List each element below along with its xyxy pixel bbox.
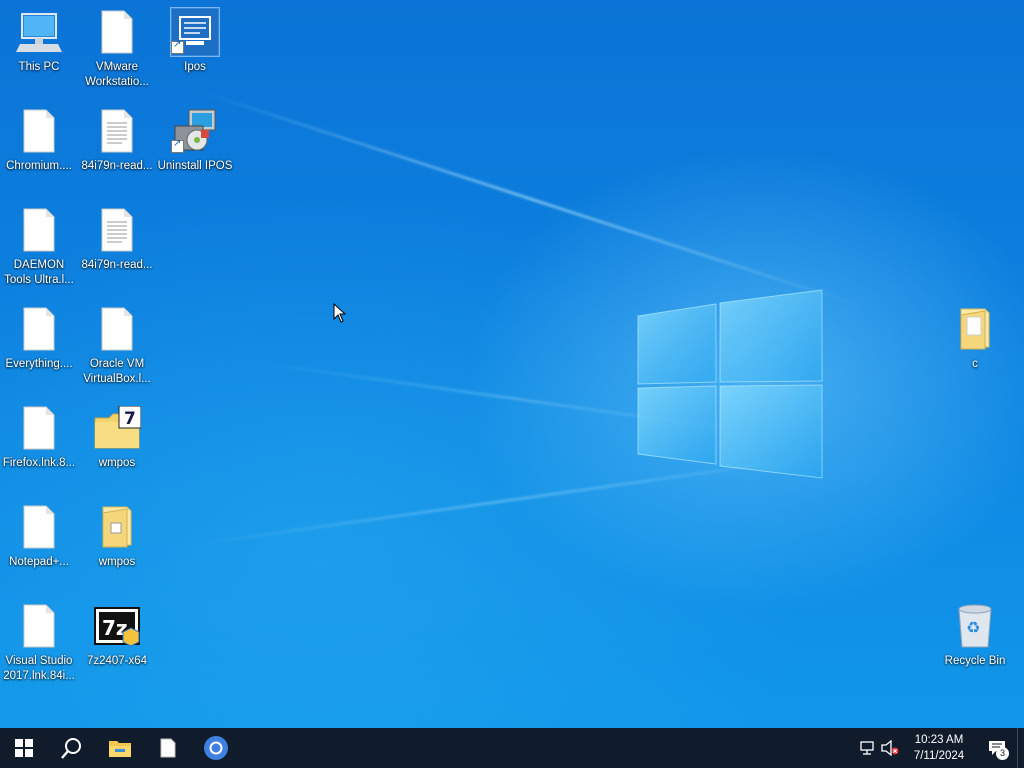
blank-file-icon <box>15 305 63 353</box>
svg-text:7: 7 <box>124 409 136 429</box>
desktop-icon-firefox[interactable]: Firefox.lnk.8... <box>0 404 78 471</box>
search-icon <box>61 738 81 759</box>
taskbar-clock[interactable]: 10:23 AM 7/11/2024 <box>901 732 977 764</box>
desktop-icon-label: 7z2407-x64 <box>86 655 148 667</box>
desktop-icon-label: wmpos <box>98 457 136 469</box>
shortcut-arrow-icon <box>171 39 184 54</box>
desktop-icon-label: c <box>972 358 978 370</box>
7zip-archive-icon: 7 <box>93 404 141 452</box>
blank-file-icon <box>15 503 63 551</box>
desktop-icon-label: Oracle VM VirtualBox.l... <box>83 358 151 385</box>
volume-muted-icon[interactable] <box>879 728 901 768</box>
blank-file-icon <box>93 8 141 56</box>
wallpaper-light-beam <box>199 90 867 310</box>
desktop-icon-ipos[interactable]: Ipos <box>156 7 234 75</box>
desktop-icon-folder-c[interactable]: c <box>936 305 1014 372</box>
blank-file-icon <box>15 206 63 254</box>
desktop-icon-recycle-bin[interactable]: ♻ Recycle Bin <box>936 602 1014 669</box>
desktop-icon-label: wmpos <box>98 556 136 568</box>
computer-icon <box>15 8 63 56</box>
desktop-icon-label: VMware Workstatio... <box>85 61 149 88</box>
desktop-icon-daemon-tools[interactable]: DAEMON Tools Ultra.l... <box>0 206 78 288</box>
folder-icon <box>93 503 141 551</box>
show-desktop-button[interactable] <box>1017 728 1024 768</box>
desktop-icon-7z-installer[interactable]: 7z 7z2407-x64 <box>78 602 156 669</box>
taskbar: 10:23 AM 7/11/2024 3 <box>0 728 1024 768</box>
desktop-icon-everything[interactable]: Everything.... <box>0 305 78 372</box>
desktop-icon-this-pc[interactable]: This PC <box>0 8 78 75</box>
desktop-icon-notepadpp[interactable]: Notepad+... <box>0 503 78 570</box>
taskbar-document[interactable] <box>144 728 192 768</box>
recycle-bin-icon: ♻ <box>951 602 999 650</box>
desktop-icon-chromium[interactable]: Chromium.... <box>0 107 78 174</box>
desktop-icon-readme-1[interactable]: 84i79n-read... <box>78 107 156 174</box>
windows-logo-wallpaper <box>637 289 823 479</box>
blank-file-icon <box>15 107 63 155</box>
action-center-button[interactable]: 3 <box>977 728 1017 768</box>
clock-date: 7/11/2024 <box>913 750 965 762</box>
desktop-icon-label: Recycle Bin <box>944 655 1006 667</box>
desktop-icon-label: Visual Studio 2017.lnk.84i... <box>3 655 75 682</box>
desktop-icon-visual-studio[interactable]: Visual Studio 2017.lnk.84i... <box>0 602 78 684</box>
desktop-icon-label: Firefox.lnk.8... <box>2 457 76 469</box>
desktop-icon-label: This PC <box>18 61 60 73</box>
taskbar-chromium[interactable] <box>192 728 240 768</box>
desktop-icon-label: Notepad+... <box>9 556 69 568</box>
desktop-icon-wmpos-folder[interactable]: wmpos <box>78 503 156 570</box>
blank-file-icon <box>93 305 141 353</box>
desktop-icon-label: Chromium.... <box>6 160 72 172</box>
desktop-icon-label: DAEMON Tools Ultra.l... <box>4 259 74 286</box>
notification-count-badge: 3 <box>996 747 1009 760</box>
start-button[interactable] <box>0 728 48 768</box>
system-tray: 10:23 AM 7/11/2024 3 <box>857 728 1024 768</box>
svg-text:♻: ♻ <box>966 618 980 637</box>
taskbar-file-explorer[interactable] <box>96 728 144 768</box>
search-button[interactable] <box>48 728 96 768</box>
windows-start-icon <box>15 739 33 757</box>
file-explorer-icon <box>109 741 131 757</box>
desktop-icon-label: Ipos <box>184 61 206 73</box>
desktop-icon-label: Uninstall IPOS <box>157 160 233 172</box>
mouse-cursor-icon <box>333 303 347 323</box>
desktop-icon-vmware[interactable]: VMware Workstatio... <box>78 8 156 90</box>
desktop-icon-label: 84i79n-read... <box>81 259 153 271</box>
desktop[interactable]: This PC Chromium.... DAEMON Tools Ultra.… <box>0 0 1024 728</box>
desktop-icon-readme-2[interactable]: 84i79n-read... <box>78 206 156 273</box>
document-icon <box>160 738 176 758</box>
clock-time: 10:23 AM <box>914 734 964 746</box>
desktop-icon-label: Everything.... <box>5 358 73 370</box>
desktop-icon-uninstall-ipos[interactable]: Uninstall IPOS <box>156 107 234 174</box>
uninstall-installer-icon <box>171 107 219 155</box>
text-file-icon <box>93 107 141 155</box>
chromium-icon <box>204 736 228 760</box>
7zip-installer-icon: 7z <box>93 602 141 650</box>
blank-file-icon <box>15 404 63 452</box>
text-file-icon <box>93 206 141 254</box>
folder-icon <box>951 305 999 353</box>
network-icon[interactable] <box>857 728 879 768</box>
shortcut-arrow-icon <box>171 138 184 153</box>
blank-file-icon <box>15 602 63 650</box>
desktop-icon-oracle-vm[interactable]: Oracle VM VirtualBox.l... <box>78 305 156 387</box>
desktop-icon-wmpos-archive[interactable]: 7 wmpos <box>78 404 156 471</box>
ipos-app-icon <box>170 7 220 57</box>
desktop-icon-label: 84i79n-read... <box>81 160 153 172</box>
